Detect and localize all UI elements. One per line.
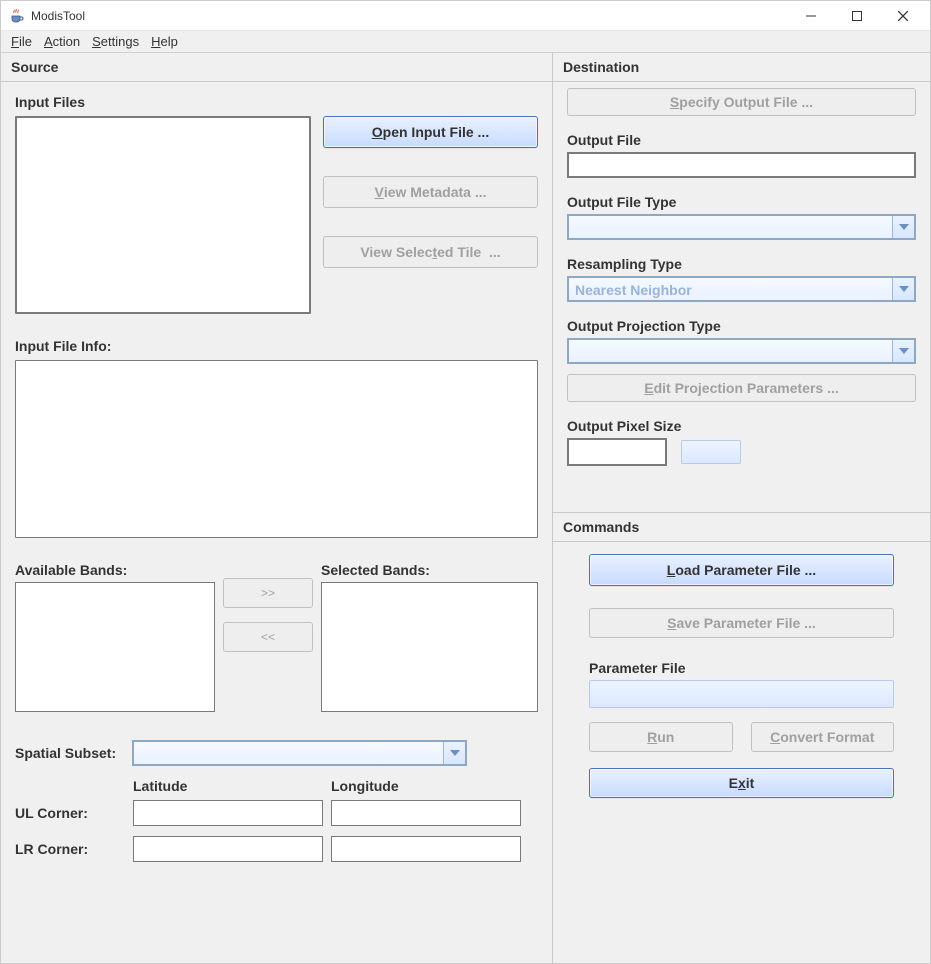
parameter-file-label: Parameter File [589, 660, 894, 676]
window-title: ModisTool [31, 9, 788, 23]
output-file-input[interactable] [567, 152, 916, 178]
lr-longitude-input[interactable] [331, 836, 521, 862]
parameter-file-display [589, 680, 894, 708]
save-parameter-file-button: Save Parameter File ... [589, 608, 894, 638]
destination-header: Destination [553, 53, 930, 82]
close-button[interactable] [880, 1, 926, 31]
spatial-subset-value [134, 742, 443, 764]
resampling-type-value: Nearest Neighbor [569, 278, 892, 300]
source-header: Source [1, 53, 552, 82]
chevron-down-icon [892, 216, 914, 238]
add-band-button: >> [223, 578, 313, 608]
output-pixel-size-input[interactable] [567, 438, 667, 466]
lr-corner-label: LR Corner: [15, 841, 125, 857]
edit-projection-parameters-button: Edit Projection Parameters ... [567, 374, 916, 402]
output-projection-type-value [569, 340, 892, 362]
remove-band-button: << [223, 622, 313, 652]
latitude-label: Latitude [133, 778, 323, 794]
source-column: Source Input Files Open Input File ... V… [1, 53, 553, 963]
chevron-down-icon [443, 742, 465, 764]
output-pixel-size-label: Output Pixel Size [567, 418, 916, 434]
input-files-list[interactable] [15, 116, 311, 314]
resampling-type-label: Resampling Type [567, 256, 916, 272]
menu-action[interactable]: Action [44, 34, 80, 49]
spatial-subset-label: Spatial Subset: [15, 745, 116, 761]
resampling-type-select[interactable]: Nearest Neighbor [567, 276, 916, 302]
source-panel: Input Files Open Input File ... View Met… [1, 82, 552, 882]
app-window: ModisTool File Action Settings Help Sour… [0, 0, 931, 964]
load-parameter-file-button[interactable]: Load Parameter File ... [589, 554, 894, 586]
output-file-label: Output File [567, 132, 916, 148]
commands-header: Commands [553, 512, 930, 542]
java-cup-icon [9, 8, 25, 24]
input-file-info-label: Input File Info: [15, 338, 538, 354]
run-button: Run [589, 722, 733, 752]
exit-button[interactable]: Exit [589, 768, 894, 798]
maximize-button[interactable] [834, 1, 880, 31]
input-file-info-box[interactable] [15, 360, 538, 538]
destination-panel: Specify Output File ... Output File Outp… [553, 82, 930, 512]
ul-corner-label: UL Corner: [15, 805, 125, 821]
open-input-file-button[interactable]: Open Input File ... [323, 116, 538, 148]
commands-panel: Load Parameter File ... Save Parameter F… [553, 542, 930, 808]
menu-file[interactable]: File [11, 34, 32, 49]
spatial-subset-select[interactable] [132, 740, 467, 766]
menu-settings[interactable]: Settings [92, 34, 139, 49]
available-bands-label: Available Bands: [15, 562, 215, 578]
input-files-label: Input Files [15, 94, 538, 110]
chevron-down-icon [892, 278, 914, 300]
output-file-type-label: Output File Type [567, 194, 916, 210]
minimize-button[interactable] [788, 1, 834, 31]
right-column: Destination Specify Output File ... Outp… [553, 53, 930, 963]
ul-longitude-input[interactable] [331, 800, 521, 826]
view-metadata-button: View Metadata ... [323, 176, 538, 208]
convert-format-button: Convert Format [751, 722, 895, 752]
lr-latitude-input[interactable] [133, 836, 323, 862]
longitude-label: Longitude [331, 778, 521, 794]
output-file-type-select[interactable] [567, 214, 916, 240]
window-controls [788, 1, 926, 31]
output-file-type-value [569, 216, 892, 238]
output-projection-type-select[interactable] [567, 338, 916, 364]
pixel-size-unit-box [681, 440, 741, 464]
output-projection-type-label: Output Projection Type [567, 318, 916, 334]
available-bands-list[interactable] [15, 582, 215, 712]
menu-help[interactable]: Help [151, 34, 178, 49]
ul-latitude-input[interactable] [133, 800, 323, 826]
chevron-down-icon [892, 340, 914, 362]
content: Source Input Files Open Input File ... V… [1, 53, 930, 963]
view-selected-tile-button: View Selected Tile ... [323, 236, 538, 268]
titlebar: ModisTool [1, 1, 930, 31]
selected-bands-label: Selected Bands: [321, 562, 538, 578]
selected-bands-list[interactable] [321, 582, 538, 712]
menubar: File Action Settings Help [1, 31, 930, 53]
specify-output-file-button: Specify Output File ... [567, 88, 916, 116]
